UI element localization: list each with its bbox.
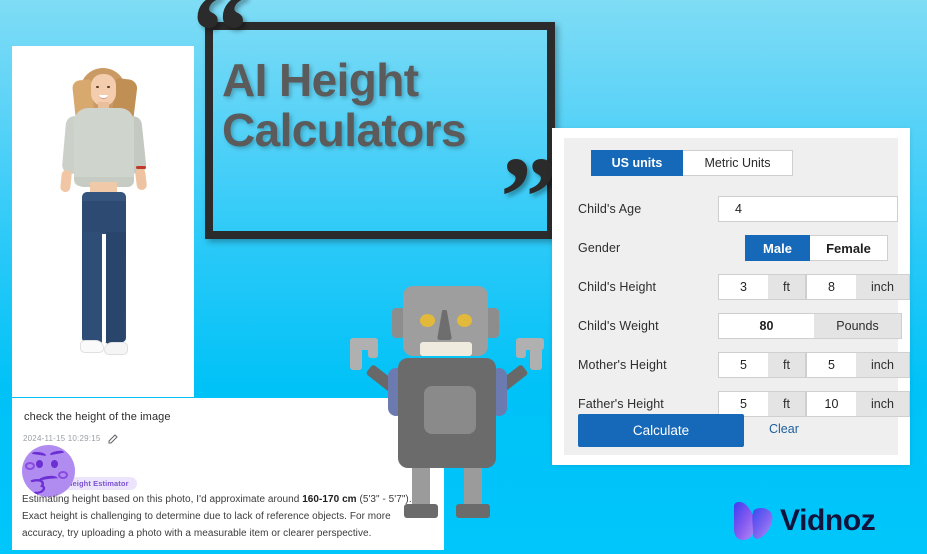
- fathers-height-inches-input[interactable]: 10: [806, 391, 856, 417]
- childs-weight-unit: Pounds: [814, 313, 902, 339]
- page-title-line-2: Calculators: [222, 104, 467, 156]
- poster-canvas: check the height of the image 2024-11-15…: [0, 0, 927, 554]
- mothers-height-feet-input[interactable]: 5: [718, 352, 768, 378]
- robot-eye-left: [420, 314, 435, 327]
- quote-close-icon: ”: [500, 134, 558, 261]
- gender-male-button[interactable]: Male: [745, 235, 810, 261]
- tab-us-units[interactable]: US units: [591, 150, 683, 176]
- pencil-icon[interactable]: [107, 432, 119, 444]
- woman-full-body-photo: [12, 46, 194, 397]
- childs-weight-input[interactable]: 80: [718, 313, 814, 339]
- calculate-button[interactable]: Calculate: [578, 414, 744, 447]
- vidnoz-v-logo: [734, 501, 773, 540]
- mothers-height-feet-unit: ft: [768, 352, 806, 378]
- chat-question-text: check the height of the image: [24, 411, 171, 423]
- vidnoz-logo: Vidnoz: [730, 498, 916, 544]
- uploaded-photo[interactable]: [12, 46, 194, 397]
- vidnoz-wordmark: Vidnoz: [780, 504, 876, 537]
- mothers-height-inches-unit: inch: [856, 352, 910, 378]
- clear-link[interactable]: Clear: [769, 422, 799, 436]
- mothers-height-inches-input[interactable]: 5: [806, 352, 856, 378]
- fathers-height-feet-unit: ft: [768, 391, 806, 417]
- thinking-face-emoji: [22, 445, 75, 497]
- row-mothers-height: Mother's Height 5 ft 5 inch: [578, 352, 910, 378]
- row-childs-height: Child's Height 3 ft 8 inch: [578, 274, 910, 300]
- label-gender: Gender: [578, 241, 621, 255]
- tab-metric-units[interactable]: Metric Units: [683, 150, 793, 176]
- childs-height-inches-input[interactable]: 8: [806, 274, 856, 300]
- childs-age-input[interactable]: 4: [718, 196, 898, 222]
- gender-female-button[interactable]: Female: [810, 235, 888, 261]
- page-title: AI Height Calculators: [222, 55, 552, 155]
- childs-height-inches-unit: inch: [856, 274, 910, 300]
- calculator-form: US units Metric Units Child's Age 4 Gend…: [564, 138, 910, 455]
- childs-height-feet-unit: ft: [768, 274, 806, 300]
- answer-part-1: Estimating height based on this photo, I…: [22, 494, 303, 505]
- robot-illustration: [338, 280, 568, 525]
- row-childs-weight: Child's Weight 80 Pounds: [578, 313, 902, 339]
- childs-height-feet-input[interactable]: 3: [718, 274, 768, 300]
- fathers-height-inches-unit: inch: [856, 391, 910, 417]
- label-fathers-height: Father's Height: [578, 397, 664, 411]
- chat-timestamp: 2024-11-15 10:29:15: [23, 434, 101, 443]
- label-mothers-height: Mother's Height: [578, 358, 667, 372]
- robot-eye-right: [457, 314, 472, 327]
- label-childs-height: Child's Height: [578, 280, 657, 294]
- label-childs-age: Child's Age: [578, 202, 642, 216]
- label-childs-weight: Child's Weight: [578, 319, 659, 333]
- page-title-line-1: AI Height: [222, 54, 419, 106]
- row-gender: Gender Male Female: [578, 235, 888, 261]
- row-childs-age: Child's Age 4: [578, 196, 898, 222]
- unit-tab-group: US units Metric Units: [591, 150, 884, 176]
